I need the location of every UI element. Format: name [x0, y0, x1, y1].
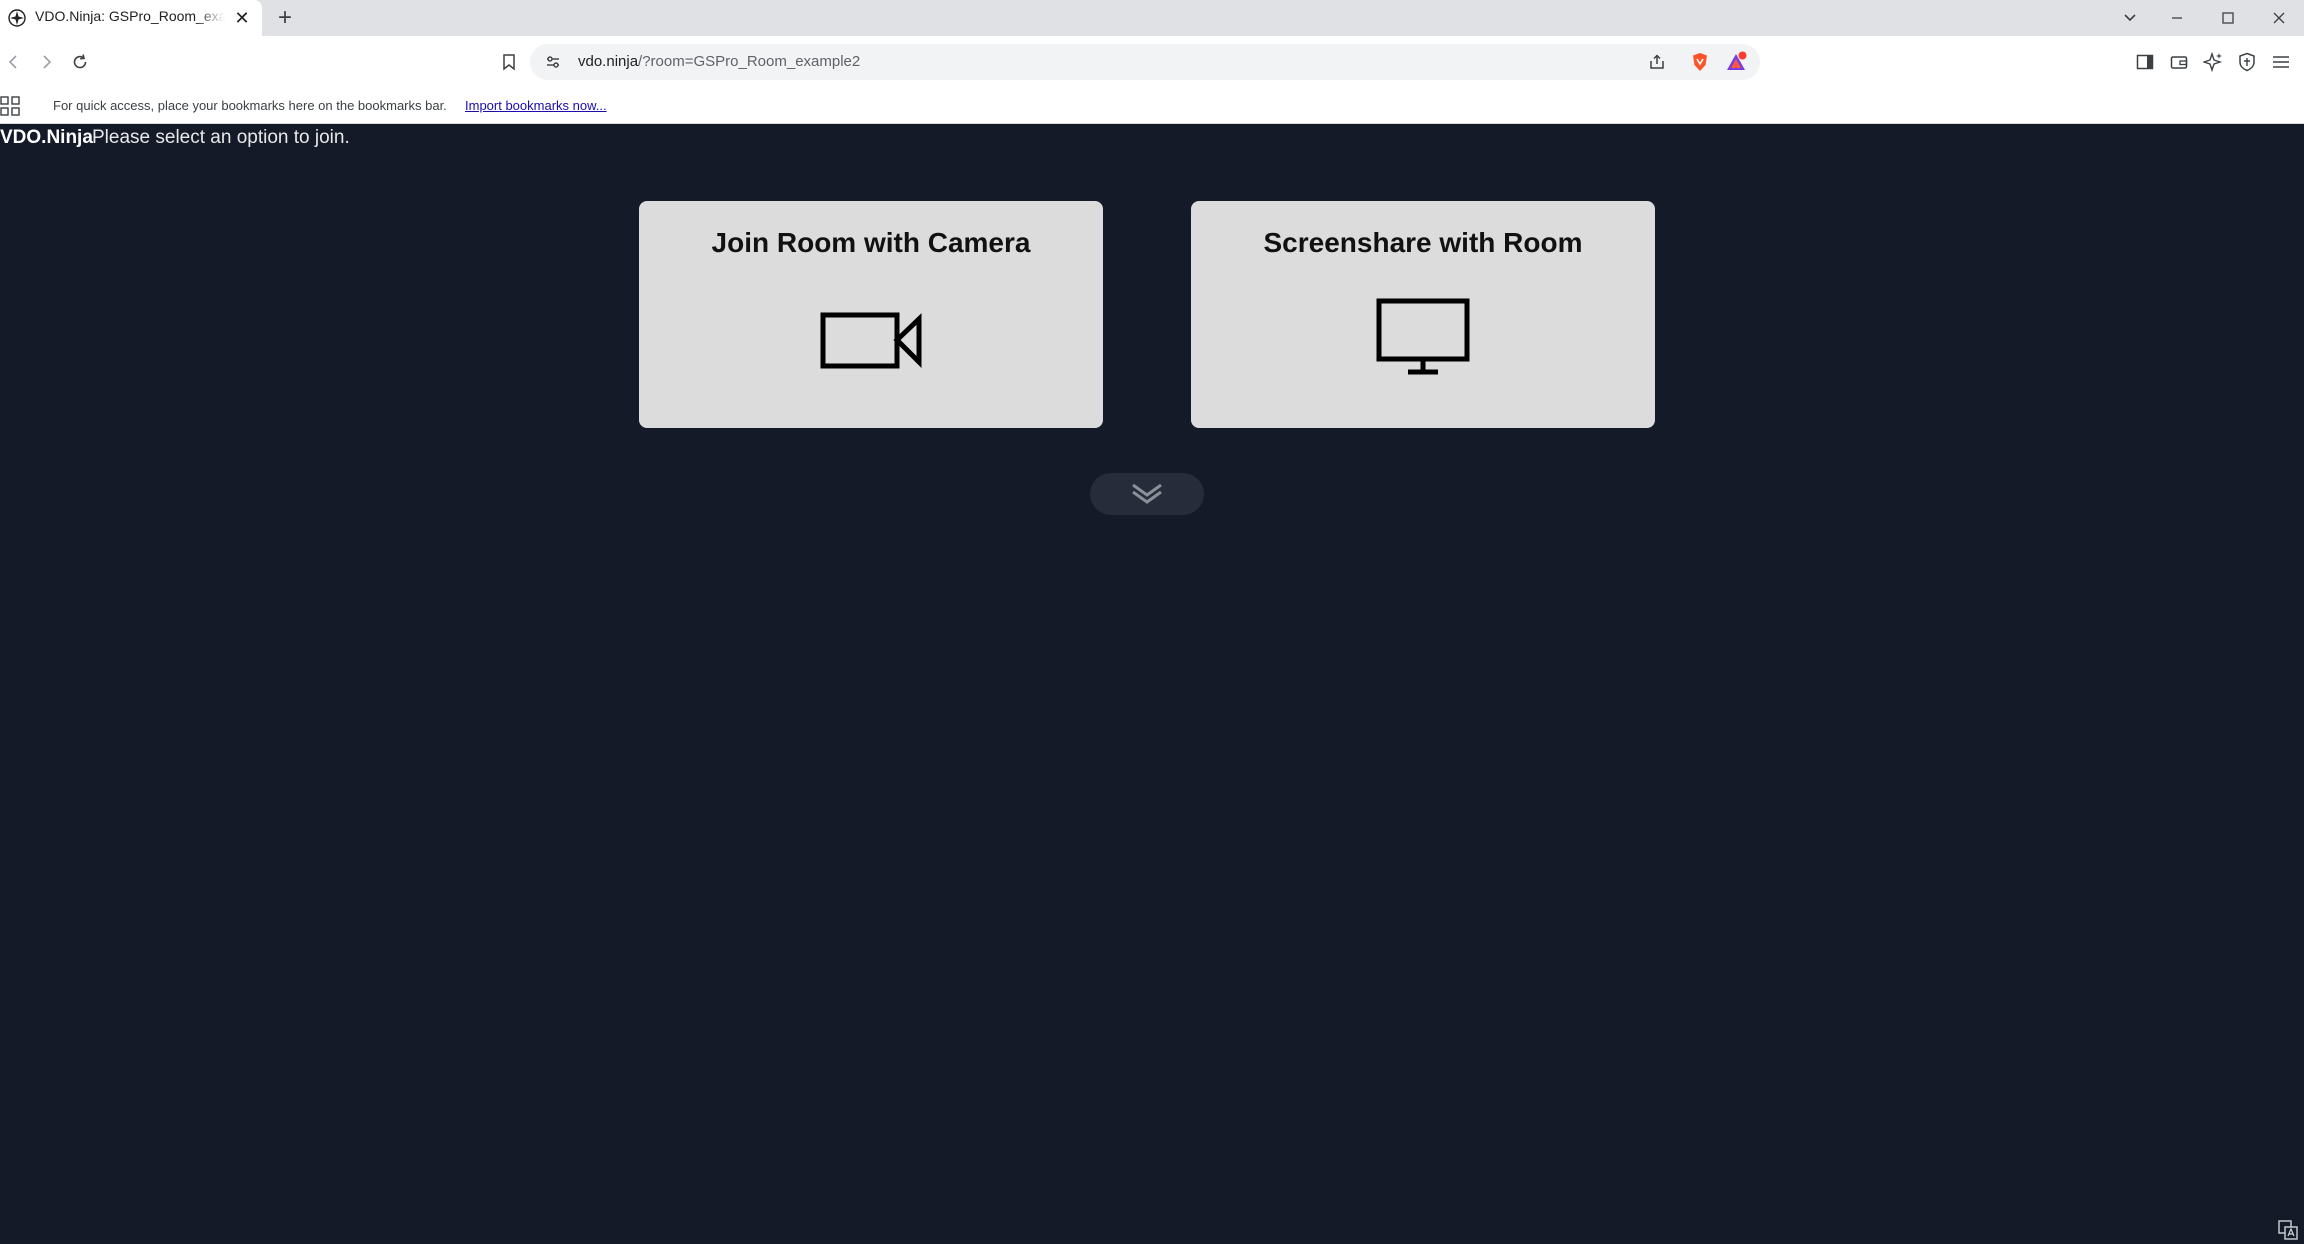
back-icon[interactable]	[0, 48, 28, 76]
join-room-with-camera-button[interactable]: Join Room with Camera	[639, 201, 1103, 428]
apps-grid-icon[interactable]	[0, 96, 20, 116]
new-tab-button[interactable]: +	[272, 5, 298, 31]
vdo-ninja-star-icon	[8, 9, 26, 27]
share-icon[interactable]	[1646, 51, 1668, 73]
brave-rewards-icon[interactable]	[1726, 51, 1748, 73]
close-window-icon[interactable]	[2259, 4, 2299, 32]
brand-logo-text: VDO.Ninja	[0, 127, 93, 148]
brave-shields-icon[interactable]	[1689, 51, 1711, 73]
import-bookmarks-link[interactable]: Import bookmarks now...	[465, 98, 607, 113]
status-message: Please select an option to join.	[92, 127, 350, 148]
screenshare-room-label: Screenshare with Room	[1263, 227, 1583, 258]
double-chevron-down-icon	[1132, 483, 1162, 504]
join-room-camera-label: Join Room with Camera	[711, 227, 1031, 258]
site-settings-icon[interactable]	[542, 51, 564, 73]
screenshare-with-room-button[interactable]: Screenshare with Room	[1191, 201, 1655, 428]
browser-tab[interactable]: VDO.Ninja: GSPro_Room_example2 ✕	[0, 0, 262, 36]
tab-search-chevron-icon[interactable]	[2110, 4, 2150, 32]
address-bar[interactable]: vdo.ninja/?room=GSPro_Room_example2	[530, 44, 1760, 80]
translate-icon[interactable]	[2278, 1220, 2298, 1240]
bookmark-icon[interactable]	[495, 48, 523, 76]
bookmarks-hint: For quick access, place your bookmarks h…	[53, 98, 447, 113]
tab-strip: VDO.Ninja: GSPro_Room_example2 ✕ +	[0, 0, 2304, 36]
monitor-icon	[1376, 298, 1470, 375]
url-path: /?room=GSPro_Room_example2	[638, 53, 861, 70]
more-options-button[interactable]	[1090, 473, 1204, 515]
tab-close-icon[interactable]: ✕	[232, 8, 252, 28]
page-content: VDO.Ninja Please select an option to joi…	[0, 124, 2304, 1244]
wallet-icon[interactable]	[2167, 50, 2191, 74]
menu-icon[interactable]	[2269, 50, 2293, 74]
video-camera-icon	[820, 312, 922, 369]
browser-toolbar: vdo.ninja/?room=GSPro_Room_example2	[0, 36, 2304, 88]
reload-icon[interactable]	[66, 48, 94, 76]
leo-ai-icon[interactable]	[2201, 50, 2225, 74]
vpn-shield-icon[interactable]	[2235, 50, 2259, 74]
forward-icon[interactable]	[32, 48, 60, 76]
sidebar-icon[interactable]	[2133, 50, 2157, 74]
maximize-icon[interactable]	[2208, 4, 2248, 32]
url-text: vdo.ninja/?room=GSPro_Room_example2	[578, 53, 860, 70]
bookmarks-bar: For quick access, place your bookmarks h…	[0, 88, 2304, 124]
minimize-icon[interactable]	[2157, 4, 2197, 32]
tab-title: VDO.Ninja: GSPro_Room_example2	[35, 8, 225, 24]
url-host: vdo.ninja	[578, 53, 639, 70]
